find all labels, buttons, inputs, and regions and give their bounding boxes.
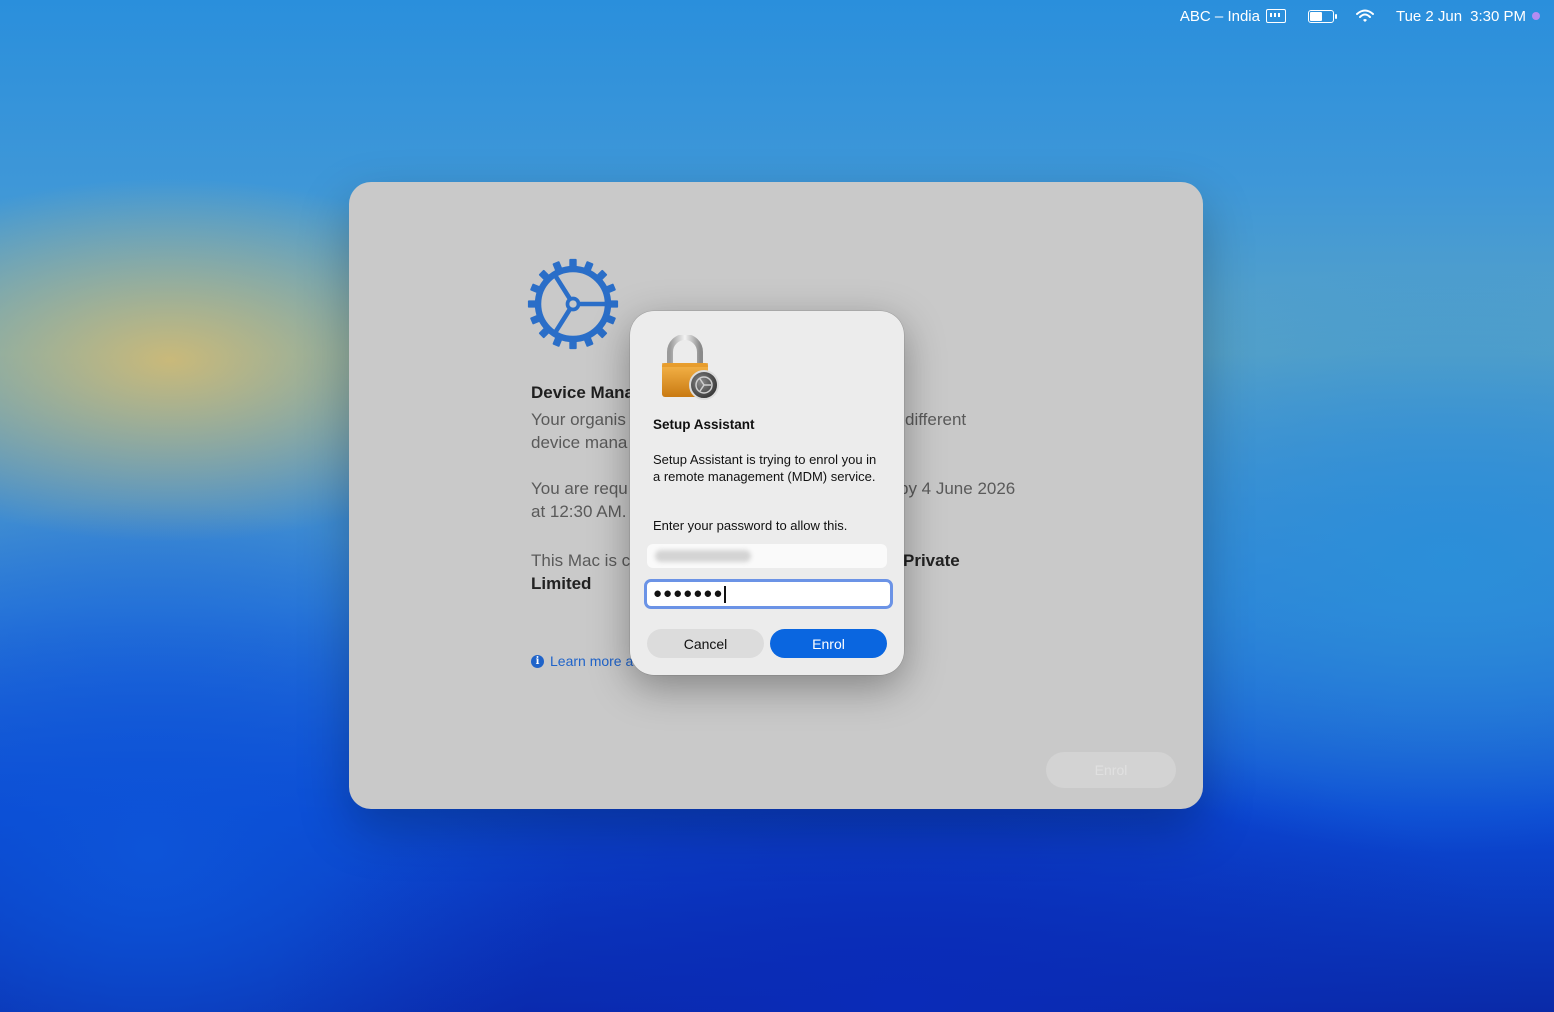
text-caret [724,585,726,603]
dialog-message: Setup Assistant is trying to enrol you i… [653,452,877,484]
learn-more-link[interactable]: i Learn more a [531,653,633,669]
clock[interactable]: Tue 2 Jun 3:30 PM [1396,8,1540,25]
window-paragraph-2-right: by 4 June 2026 [899,479,1016,498]
learn-more-label: Learn more a [550,653,634,669]
blurred-username [655,550,751,562]
password-field[interactable]: ●●●●●●● [644,579,893,609]
username-field[interactable] [647,544,887,568]
window-paragraph-1-line-1: Your organis [531,410,626,429]
window-paragraph-2-line-2: at 12:30 AM. [531,502,627,521]
window-paragraph-3-line-1: This Mac is c [531,551,631,570]
input-source-menu[interactable]: ABC – India [1180,8,1286,25]
window-paragraph-1-right: different [905,410,967,429]
dialog-prompt: Enter your password to allow this. [653,518,848,533]
wifi-menu[interactable] [1355,9,1374,23]
menubar-date: Tue 2 Jun [1395,7,1463,25]
password-dots: ●●●●●●● [653,585,724,602]
dialog-title: Setup Assistant [653,417,755,432]
auth-dialog: Setup Assistant Setup Assistant is tryin… [630,311,904,675]
window-paragraph-3-line-2: Limited [531,574,592,593]
menu-bar: ABC – India Tue 2 Jun 3:30 PM [0,0,1554,32]
gear-icon [527,258,619,350]
window-paragraph-3-right: Private [903,551,960,570]
lock-icon [662,335,719,400]
window-paragraph-1-line-2: device mana [531,433,628,452]
window-paragraph-2-line-1: You are requ [531,479,628,498]
input-source-label: ABC – India [1179,7,1260,25]
window-title: Device Mana [531,383,634,402]
battery-icon [1307,9,1337,23]
menubar-time: 3:30 PM [1470,7,1526,25]
siri-dot-icon [1532,12,1540,20]
keyboard-icon [1265,9,1286,23]
enrol-button[interactable]: Enrol [770,629,887,658]
battery-menu[interactable] [1307,9,1337,23]
cancel-button[interactable]: Cancel [647,629,764,658]
info-icon: i [531,654,544,668]
wifi-icon [1355,9,1374,22]
window-enrol-button[interactable]: Enrol [1046,752,1176,788]
